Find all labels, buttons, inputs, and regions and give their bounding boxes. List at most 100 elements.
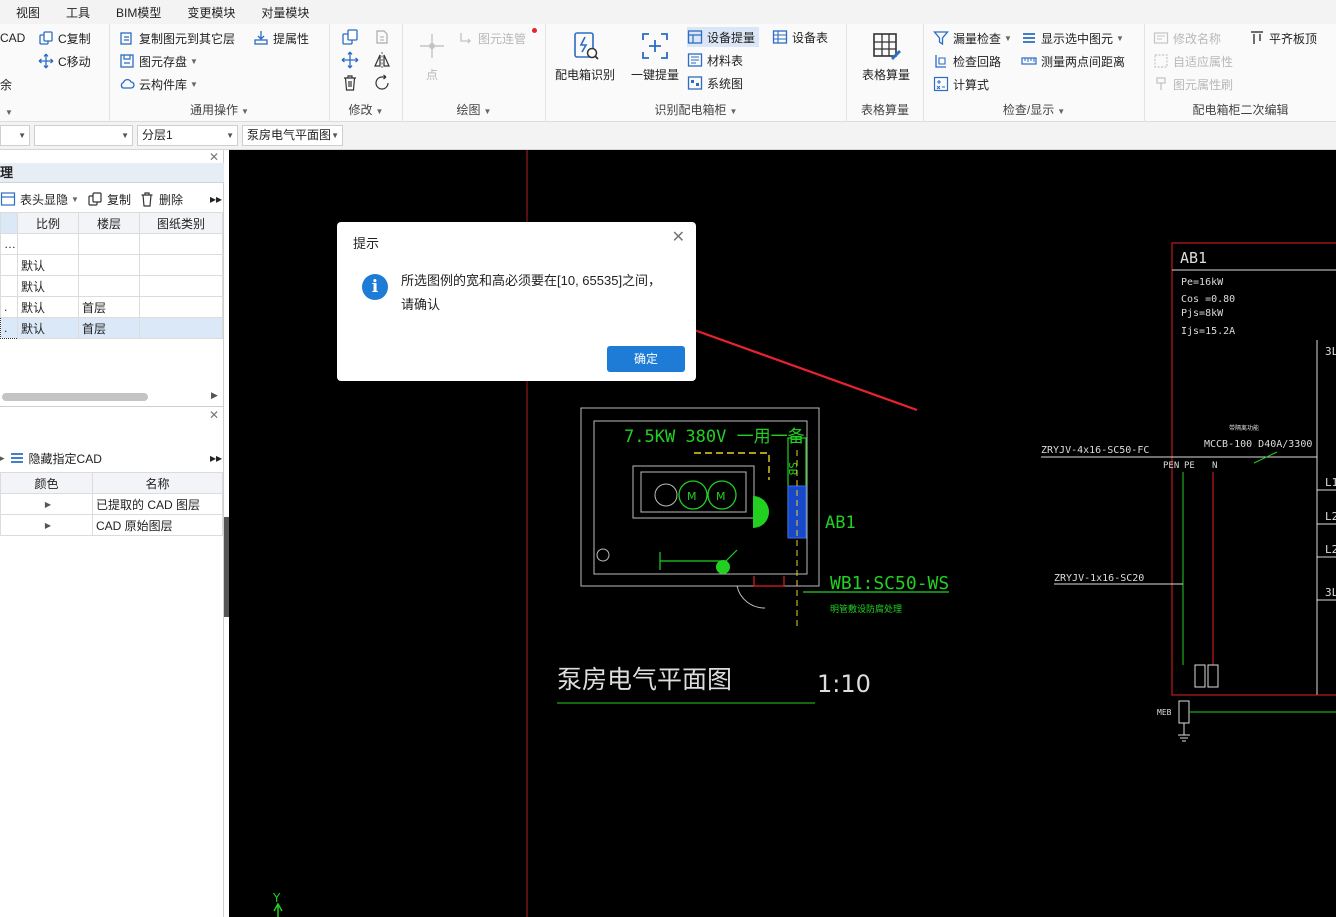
menu-view[interactable]: 视图 xyxy=(0,4,53,21)
check-loop-button[interactable]: 检查回路 xyxy=(933,51,1001,71)
row-scale: 默认 xyxy=(17,317,79,339)
toolbar-overflow-icon[interactable]: ▸▸ xyxy=(210,451,222,465)
cloud-lib-button[interactable]: 云构件库 ▼ xyxy=(119,74,198,94)
expand-arrow-icon[interactable]: ▶ xyxy=(0,514,93,536)
menu-tools[interactable]: 工具 xyxy=(53,4,103,21)
menu-change-module[interactable]: 变更模块 xyxy=(174,4,248,21)
group0-fragment[interactable]: 余 xyxy=(0,74,12,94)
cad-button[interactable]: CAD xyxy=(0,28,25,48)
toolbar-overflow-icon[interactable]: ▸▸ xyxy=(210,192,222,206)
scroll-right-icon[interactable]: ▶ xyxy=(211,390,218,401)
list-item[interactable]: ▶ CAD 原始图层 xyxy=(0,514,223,536)
layer-panel-toolbar: ▸ 隐藏指定CAD ▸▸ xyxy=(0,446,224,470)
mirror-icon[interactable] xyxy=(373,51,391,69)
layers-icon xyxy=(1021,30,1037,46)
motor-2-label: M xyxy=(716,490,726,503)
table-row-selected[interactable]: . 默认 首层 xyxy=(0,317,223,339)
panel-copy-button[interactable]: 复制 xyxy=(87,191,131,208)
adaptive-icon xyxy=(1153,53,1169,69)
left-panel: ✕ 理 表头显隐 ▼ 复制 删除 ▸▸ 比例 楼层 图纸类别 … 默认 默认 .… xyxy=(0,150,224,917)
list-item[interactable]: ▶ 已提取的 CAD 图层 xyxy=(0,493,223,515)
copy-icon xyxy=(38,30,54,46)
show-selected-button[interactable]: 显示选中图元 ▼ xyxy=(1021,28,1124,48)
measure-label: 测量两点间距离 xyxy=(1041,54,1126,69)
combo-drawing-select[interactable]: 泵房电气平面图 ▼ xyxy=(242,125,343,146)
column-name[interactable]: 名称 xyxy=(92,472,223,494)
props-brush-button[interactable]: 图元属性刷 xyxy=(1153,74,1233,94)
close-icon[interactable]: ✕ xyxy=(209,408,219,422)
row-floor: 首层 xyxy=(78,317,140,339)
ribbon-group-common: 复制图元到其它层 提属性 图元存盘 ▼ 云构件库 ▼ 通用操作 ▼ xyxy=(110,24,330,122)
missing-check-button[interactable]: 漏量检查 ▼ xyxy=(933,28,1012,48)
modify-move-icon[interactable] xyxy=(341,51,359,69)
motor-1-label: M xyxy=(687,490,697,503)
row-type xyxy=(139,233,223,255)
modify-offset-icon[interactable] xyxy=(373,28,391,46)
table-row[interactable]: … xyxy=(0,233,223,255)
chevron-down-icon: ▼ xyxy=(226,131,234,140)
menu-reconcile-module[interactable]: 对量模块 xyxy=(248,4,322,21)
filter-icon xyxy=(933,30,949,46)
table-calc-button[interactable]: 表格算量 xyxy=(853,28,919,90)
common-group-label[interactable]: 通用操作 ▼ xyxy=(110,101,329,118)
system-diagram-button[interactable]: 系统图 xyxy=(687,73,743,93)
menu-bim-model[interactable]: BIM模型 xyxy=(103,4,174,21)
equip-table-button[interactable]: 设备表 xyxy=(772,27,828,47)
column-color[interactable]: 颜色 xyxy=(0,472,93,494)
menubar: 视图 工具 BIM模型 变更模块 对量模块 xyxy=(0,0,1336,24)
combo-floor-select[interactable]: ▼ xyxy=(34,125,133,146)
close-icon[interactable]: ✕ xyxy=(672,230,685,246)
expand-arrow-icon[interactable]: ▶ xyxy=(0,493,93,515)
equip-extract-button[interactable]: 设备提量 xyxy=(687,27,760,47)
column-scale[interactable]: 比例 xyxy=(17,212,79,234)
table-row[interactable]: . 默认 首层 xyxy=(0,296,223,318)
column-floor[interactable]: 楼层 xyxy=(78,212,140,234)
drawing-value: 泵房电气平面图 xyxy=(247,128,332,142)
modify-group-label[interactable]: 修改 ▼ xyxy=(330,101,402,118)
combo-layer-select[interactable]: 分层1 ▼ xyxy=(137,125,238,146)
measure-button[interactable]: 测量两点间距离 xyxy=(1021,51,1125,71)
layer-table-header: 颜色 名称 xyxy=(0,472,223,494)
dialog-title: 提示 xyxy=(353,236,380,251)
align-top-button[interactable]: 平齐板顶 xyxy=(1249,28,1317,48)
axis-y-label: Y xyxy=(272,891,281,905)
hide-cad-button[interactable]: 隐藏指定CAD xyxy=(9,450,102,467)
group0-caret[interactable]: ▼ xyxy=(0,104,109,118)
adaptive-props-button[interactable]: 自适应属性 xyxy=(1153,51,1233,71)
table-row[interactable]: 默认 xyxy=(0,254,223,276)
incoming-cable: ZRYJV-4x16-SC50-FC xyxy=(1041,445,1149,456)
identify-group-label[interactable]: 识别配电箱柜 ▼ xyxy=(546,101,846,118)
header-toggle-button[interactable]: 表头显隐 ▼ xyxy=(0,191,79,208)
panel-delete-button[interactable]: 删除 xyxy=(139,191,183,208)
modify-copy-icon[interactable] xyxy=(341,28,359,46)
connect-pipe-button[interactable]: 图元连管 xyxy=(458,28,526,48)
ab1-tag: AB1 xyxy=(825,513,856,533)
collapse-arrow-icon[interactable]: ▸ xyxy=(0,453,9,464)
formula-button[interactable]: 计算式 xyxy=(933,74,989,94)
table-row[interactable]: 默认 xyxy=(0,275,223,297)
one-click-label: 一键提量 xyxy=(630,68,679,82)
box-identify-button[interactable]: 配电箱识别 xyxy=(552,28,618,90)
delete-icon[interactable] xyxy=(341,74,359,92)
one-click-extract-button[interactable]: 一键提量 xyxy=(622,28,688,90)
save-elements-button[interactable]: 图元存盘 ▼ xyxy=(119,51,198,71)
extract-props-button[interactable]: 提属性 xyxy=(253,28,309,48)
ok-button[interactable]: 确定 xyxy=(607,346,685,372)
horizontal-scrollbar[interactable] xyxy=(2,393,148,401)
close-icon[interactable]: ✕ xyxy=(209,150,219,164)
align-top-label: 平齐板顶 xyxy=(1269,31,1318,46)
drawing-panel-toolbar: 表头显隐 ▼ 复制 删除 ▸▸ xyxy=(0,187,224,211)
copy-to-layer-button[interactable]: 复制图元到其它层 xyxy=(119,28,235,48)
draw-group-label[interactable]: 绘图 ▼ xyxy=(403,101,545,118)
rotate-icon[interactable] xyxy=(373,74,391,92)
material-table-button[interactable]: 材料表 xyxy=(687,50,743,70)
table-calc-label: 表格算量 xyxy=(861,68,910,82)
combo-leftmost[interactable]: ▼ xyxy=(0,125,30,146)
draw-point-button[interactable]: 点 xyxy=(404,28,460,90)
c-copy-button[interactable]: C复制 xyxy=(38,28,91,48)
rename-button[interactable]: 修改名称 xyxy=(1153,28,1221,48)
c-move-button[interactable]: C移动 xyxy=(38,51,91,71)
check-group-label[interactable]: 检查/显示 ▼ xyxy=(924,101,1144,118)
column-drawing-type[interactable]: 图纸类别 xyxy=(139,212,223,234)
drain-circle xyxy=(596,548,610,562)
